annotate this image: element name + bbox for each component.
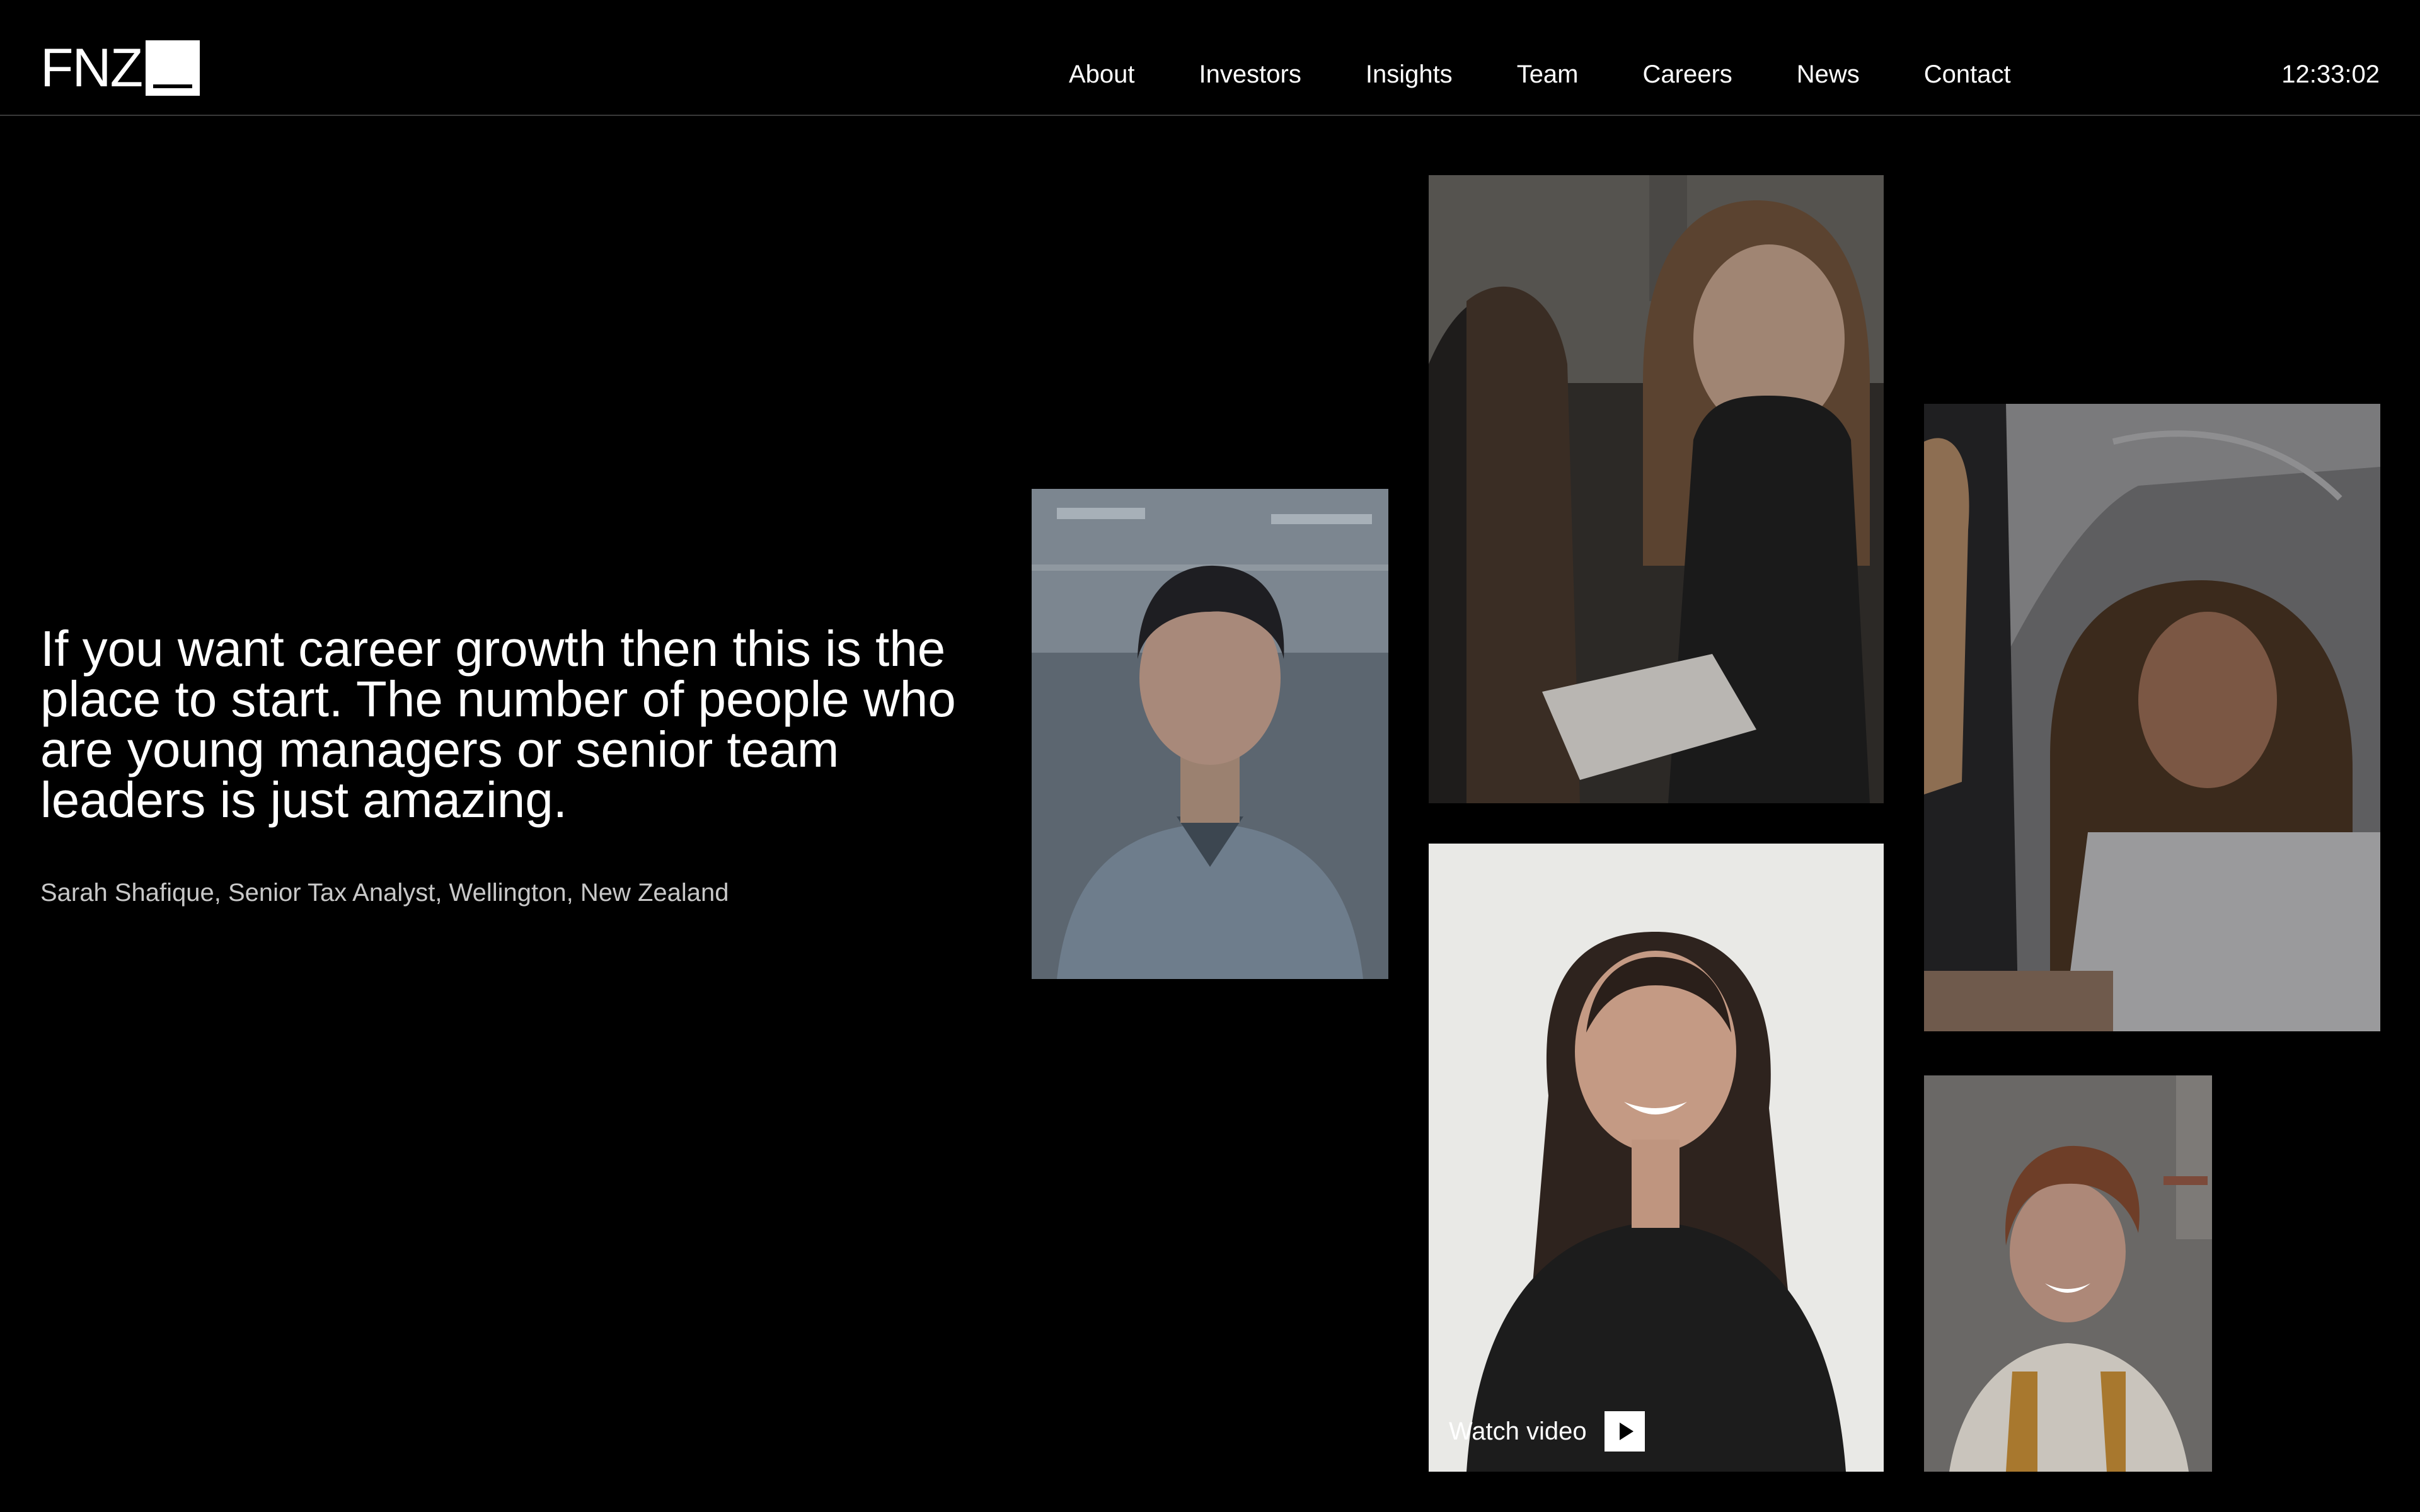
- photo-video-testimonial[interactable]: Watch video: [1429, 844, 1884, 1472]
- watch-video-button[interactable]: Watch video: [1449, 1411, 1645, 1452]
- photo-woman-smiling: [1924, 1075, 2212, 1472]
- page: FNZ About Investors Insights Team Career…: [0, 0, 2420, 1512]
- logo-text: FNZ: [40, 38, 143, 98]
- nav-investors[interactable]: Investors: [1199, 59, 1301, 89]
- logo-box-icon: [146, 40, 200, 96]
- photo-man-portrait: [1032, 489, 1388, 979]
- photo-team-meeting: [1429, 175, 1884, 803]
- testimonial-attribution: Sarah Shafique, Senior Tax Analyst, Well…: [40, 879, 729, 907]
- nav-team[interactable]: Team: [1517, 59, 1579, 89]
- nav-careers[interactable]: Careers: [1643, 59, 1732, 89]
- nav-contact[interactable]: Contact: [1924, 59, 2011, 89]
- testimonial-quote: If you want career growth then this is t…: [40, 621, 956, 828]
- play-icon: [1604, 1411, 1645, 1452]
- watch-video-label: Watch video: [1449, 1418, 1587, 1445]
- site-header: FNZ About Investors Insights Team Career…: [0, 0, 2420, 116]
- clock: 12:33:02: [2281, 60, 2380, 88]
- nav-about[interactable]: About: [1069, 59, 1135, 89]
- photo-laptop-colleagues: [1924, 404, 2380, 1031]
- nav-insights[interactable]: Insights: [1366, 59, 1453, 89]
- fnz-logo[interactable]: FNZ: [40, 40, 200, 96]
- nav-news[interactable]: News: [1797, 59, 1860, 89]
- main-nav: About Investors Insights Team Careers Ne…: [1069, 59, 2011, 89]
